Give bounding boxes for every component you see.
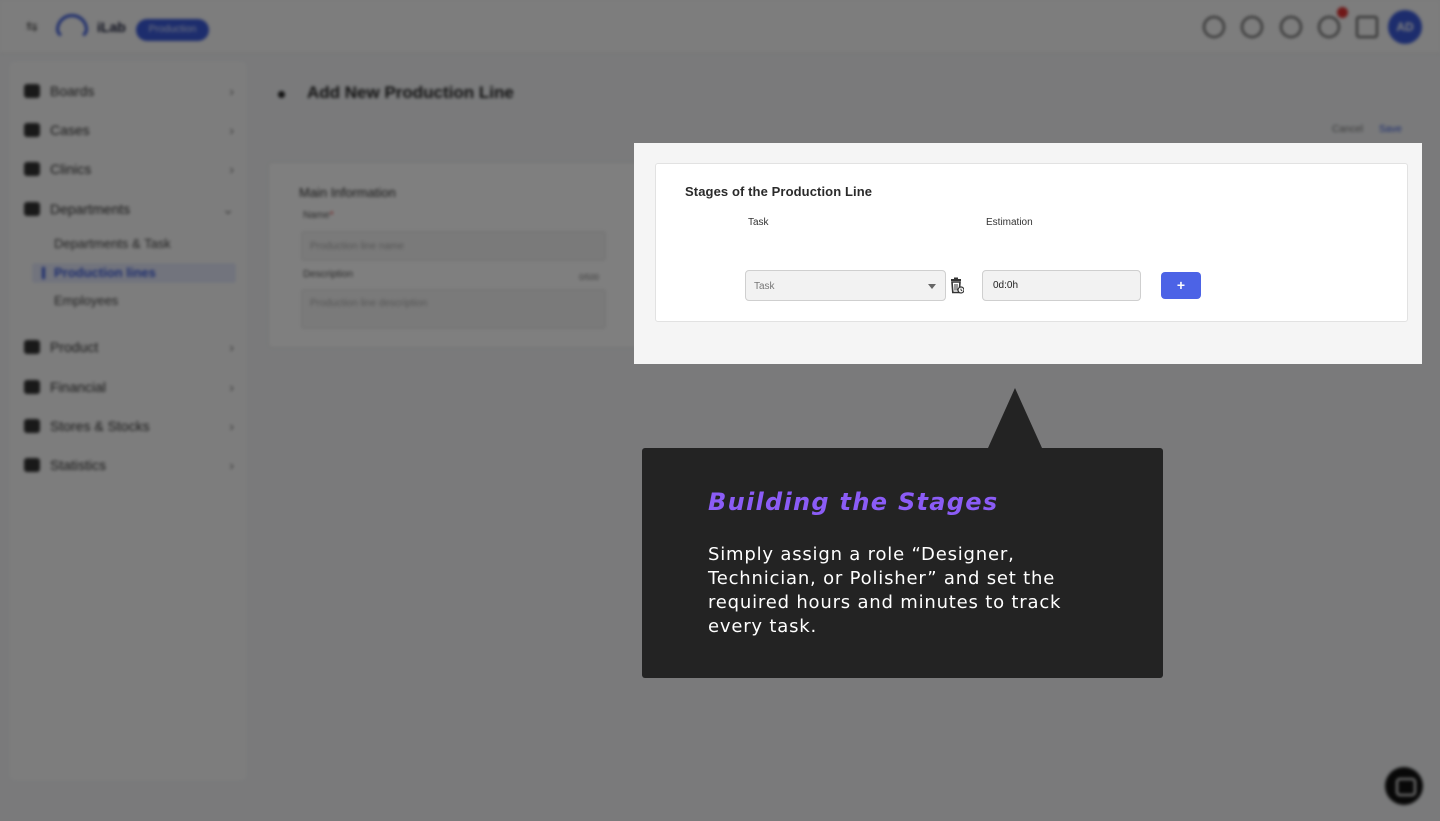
task-select[interactable]: Task	[745, 270, 946, 301]
task-column-header: Task	[748, 217, 769, 228]
stages-title: Stages of the Production Line	[685, 184, 873, 199]
trash-icon[interactable]	[950, 277, 964, 294]
caret-down-icon	[928, 284, 936, 289]
task-select-placeholder: Task	[754, 281, 775, 292]
tooltip-title: Building the Stages	[708, 488, 999, 516]
add-stage-button[interactable]: +	[1161, 272, 1201, 299]
tour-tooltip: Building the Stages Simply assign a role…	[642, 448, 1163, 678]
stages-card: Stages of the Production Line Task Estim…	[655, 163, 1408, 322]
estimation-column-header: Estimation	[986, 217, 1033, 228]
stages-spotlight: Stages of the Production Line Task Estim…	[634, 143, 1422, 364]
tooltip-body: Simply assign a role “Designer, Technici…	[708, 544, 1062, 637]
estimation-input[interactable]	[982, 270, 1141, 301]
tour-overlay	[0, 0, 1440, 821]
tooltip-arrow	[988, 388, 1042, 448]
